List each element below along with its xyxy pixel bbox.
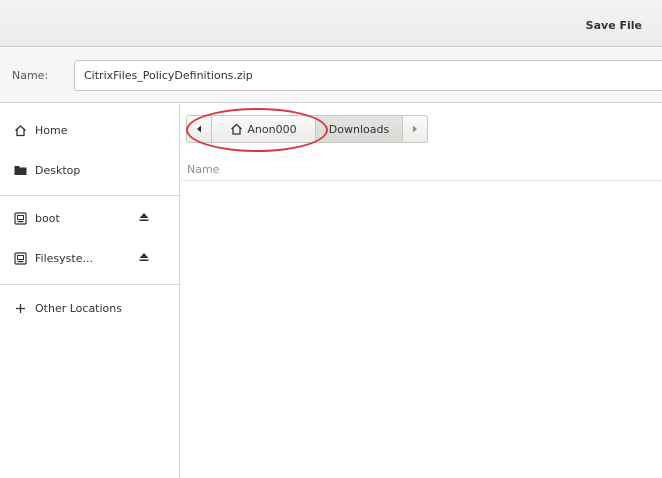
sidebar-item-label: Other Locations <box>35 301 122 315</box>
chevron-right-icon <box>412 123 418 136</box>
sidebar-item-home[interactable]: Home <box>0 112 179 148</box>
path-downloads-button[interactable]: Downloads <box>316 115 403 143</box>
annotation-ellipse <box>186 108 328 152</box>
name-bar: Name: CitrixFiles_PolicyDefinitions.zip <box>0 48 662 103</box>
sidebar-item-label: Filesyste... <box>35 251 93 265</box>
drive-icon <box>13 211 27 225</box>
places-sidebar: Home Desktop boot Filesyste... Other Loc… <box>0 104 180 478</box>
eject-icon[interactable] <box>138 211 152 225</box>
sidebar-item-desktop[interactable]: Desktop <box>0 152 179 188</box>
folder-icon <box>13 163 27 177</box>
title-bar: Save File <box>0 0 662 47</box>
file-list-name-column-header[interactable]: Name <box>181 155 662 181</box>
name-label: Name: <box>12 69 49 82</box>
sidebar-separator <box>0 195 179 196</box>
path-forward-button[interactable] <box>403 115 428 143</box>
sidebar-item-boot[interactable]: boot <box>0 200 179 236</box>
sidebar-item-other-locations[interactable]: Other Locations <box>0 290 179 326</box>
sidebar-item-label: Home <box>35 123 68 137</box>
drive-icon <box>13 251 27 265</box>
sidebar-item-filesystem[interactable]: Filesyste... <box>0 240 179 276</box>
plus-icon <box>13 301 27 315</box>
filename-input[interactable]: CitrixFiles_PolicyDefinitions.zip <box>74 60 662 91</box>
sidebar-item-label: boot <box>35 211 60 225</box>
sidebar-separator <box>0 284 179 285</box>
home-icon <box>13 123 27 137</box>
path-current-label: Downloads <box>328 122 390 136</box>
window-title: Save File <box>585 19 642 32</box>
sidebar-item-label: Desktop <box>35 163 81 177</box>
eject-icon[interactable] <box>138 251 152 265</box>
